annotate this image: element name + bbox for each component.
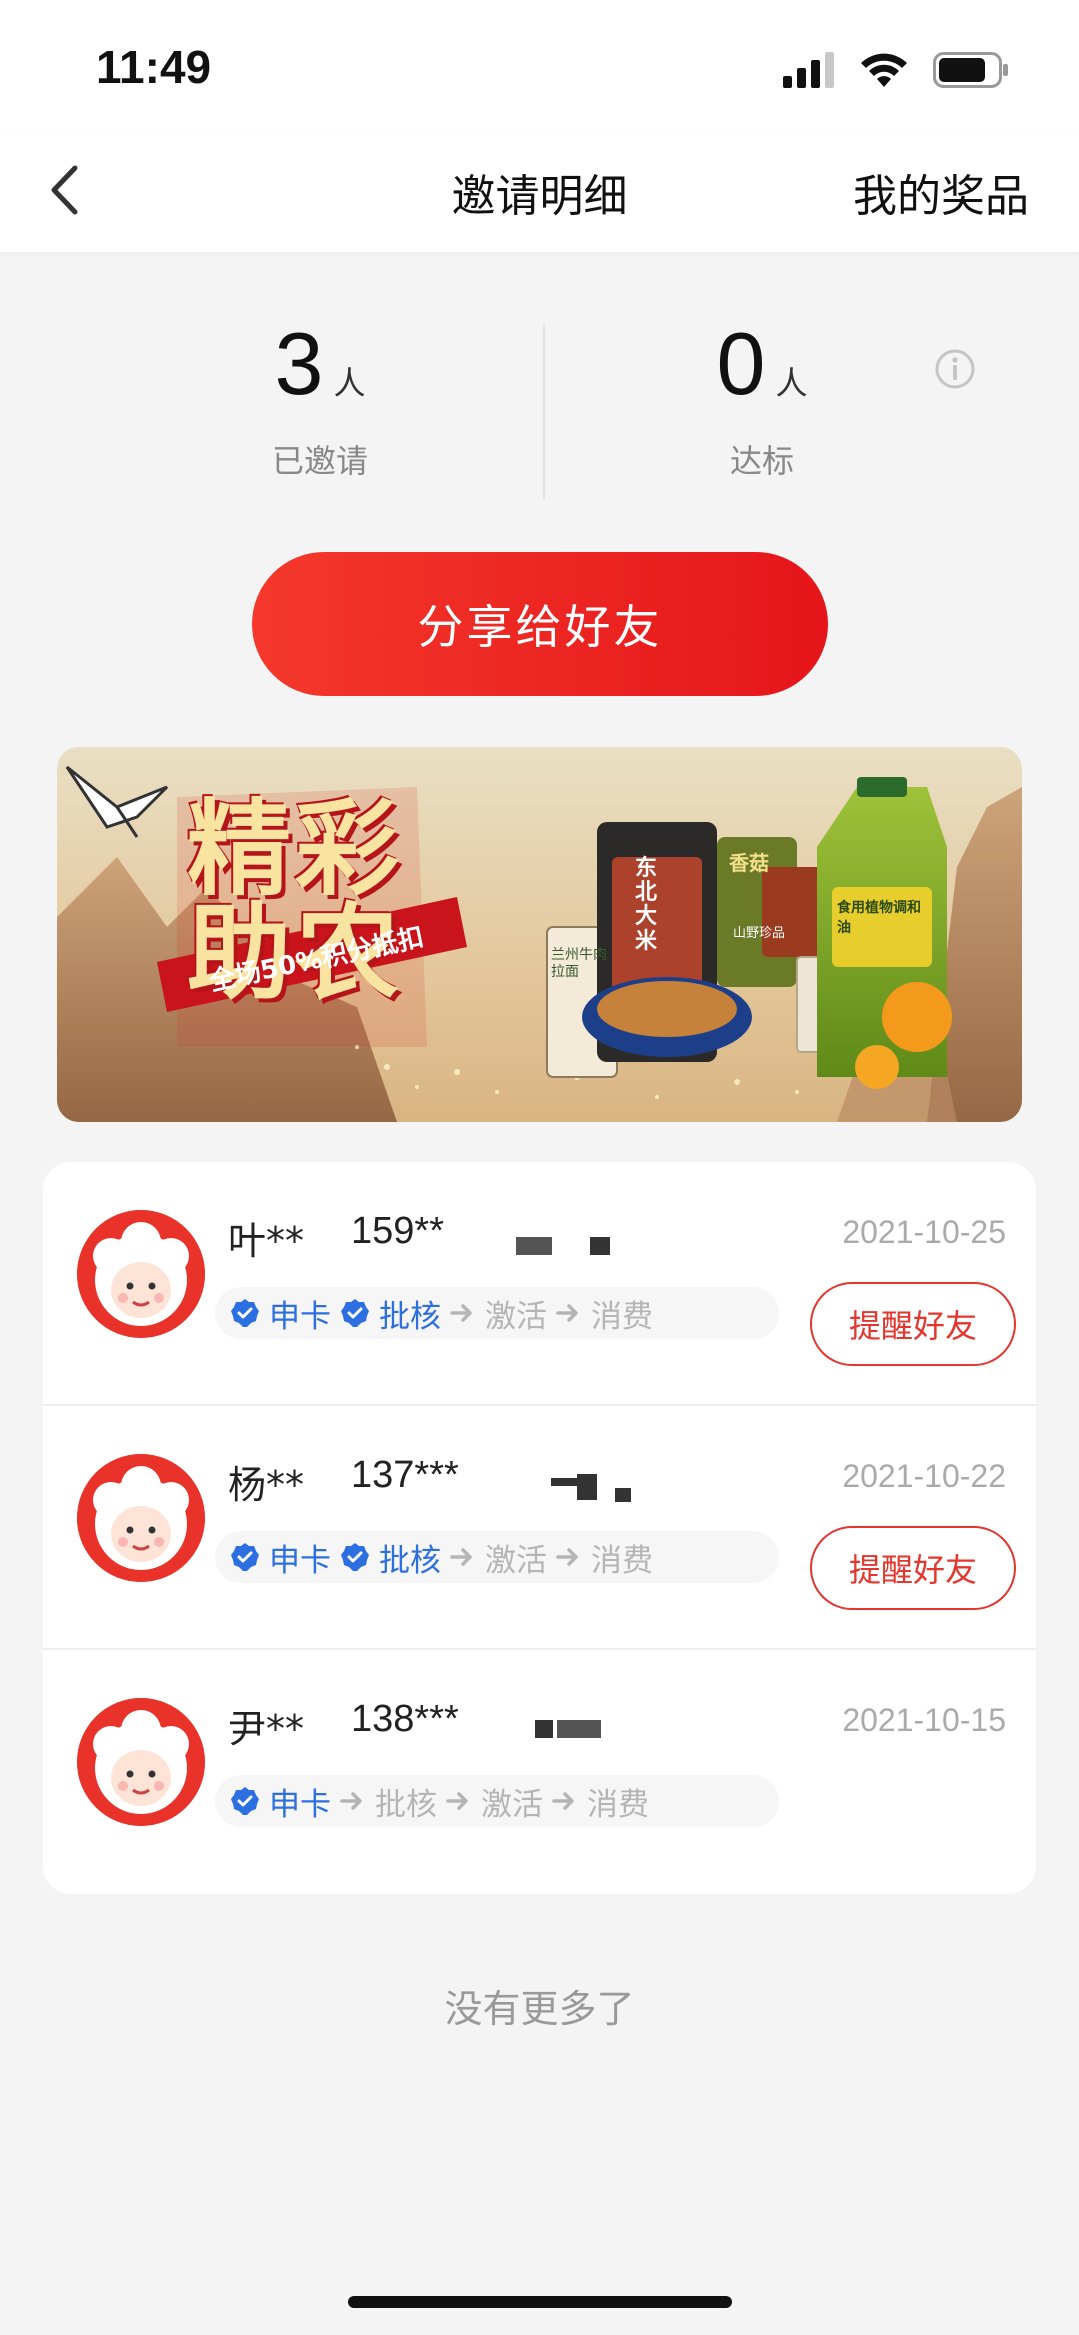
step-label: 申卡	[269, 1786, 331, 1823]
step-label: 申卡	[269, 1542, 331, 1579]
redaction-mark	[557, 1720, 601, 1738]
invite-date: 2021-10-15	[842, 1702, 1006, 1738]
home-indicator[interactable]	[348, 2296, 732, 2308]
nav-bar: 邀请明细 我的奖品	[0, 130, 1079, 252]
invited-count: 3	[274, 314, 324, 413]
qualified-count: 0	[716, 314, 766, 413]
avatar-face-icon	[77, 1210, 205, 1338]
step-label: 消费	[591, 1542, 653, 1579]
step-label: 消费	[587, 1786, 649, 1823]
step-approve: 批核	[339, 1535, 441, 1580]
signal-icon	[783, 52, 834, 88]
check-badge-icon	[231, 1543, 259, 1571]
step-apply: 申卡	[229, 1779, 331, 1824]
banner-label-rice: 东北大米	[635, 856, 658, 954]
step-approve: 批核	[339, 1291, 441, 1336]
stat-qualified: 0人 达标	[612, 320, 912, 482]
step-label: 消费	[591, 1298, 653, 1335]
invite-date: 2021-10-22	[842, 1458, 1006, 1494]
step-label: 激活	[481, 1786, 543, 1823]
step-label: 批核	[379, 1542, 441, 1579]
remind-friend-button[interactable]: 提醒好友	[810, 1526, 1016, 1610]
stat-invited: 3人 已邀请	[170, 320, 470, 482]
banner-label-wild: 山野珍品	[733, 926, 786, 941]
step-activate: 激活	[449, 1535, 547, 1580]
step-label: 激活	[485, 1542, 547, 1579]
step-label: 批核	[379, 1298, 441, 1335]
redaction-mark	[615, 1488, 631, 1502]
step-label: 申卡	[269, 1298, 331, 1335]
banner-label-oil: 食用植物调和油	[837, 900, 921, 936]
list-item: 叶** 159** 2021-10-25 申卡 批核 激活 消费 提醒好友	[43, 1162, 1036, 1406]
step-spend: 消费	[555, 1535, 653, 1580]
banner-headline-line1: 精彩	[187, 787, 404, 910]
step-apply: 申卡	[229, 1291, 331, 1336]
no-more-text: 没有更多了	[444, 1987, 635, 2031]
invitee-phone: 137***	[351, 1454, 459, 1496]
invitee-name: 叶**	[228, 1219, 305, 1263]
check-badge-icon	[231, 1787, 259, 1815]
invited-unit: 人	[333, 364, 366, 402]
step-apply: 申卡	[229, 1535, 331, 1580]
invitee-phone: 138***	[351, 1698, 459, 1740]
arrow-right-icon	[340, 1792, 362, 1810]
share-to-friends-button[interactable]: 分享给好友	[252, 552, 828, 696]
redaction-mark	[577, 1474, 597, 1500]
qualified-unit: 人	[775, 364, 808, 402]
step-spend: 消费	[555, 1291, 653, 1336]
battery-icon	[933, 52, 1008, 88]
invite-date: 2021-10-25	[842, 1214, 1006, 1250]
arrow-right-icon	[552, 1792, 574, 1810]
info-icon[interactable]	[934, 348, 976, 390]
stats-divider	[543, 325, 545, 500]
progress-steps: 申卡 批核 激活 消费	[215, 1531, 779, 1583]
status-bar: 11:49	[0, 0, 1079, 130]
avatar-face-icon	[77, 1454, 205, 1582]
progress-steps: 申卡 批核 激活 消费	[215, 1775, 779, 1827]
redaction-mark	[516, 1237, 552, 1255]
status-time: 11:49	[96, 41, 212, 93]
status-icons	[783, 52, 1009, 88]
my-prizes-link[interactable]: 我的奖品	[853, 160, 1029, 224]
arrow-right-icon	[450, 1548, 472, 1566]
avatar	[77, 1454, 205, 1582]
progress-steps: 申卡 批核 激活 消费	[215, 1287, 779, 1339]
check-badge-icon	[341, 1543, 369, 1571]
redaction-mark	[590, 1237, 610, 1255]
invited-label: 已邀请	[271, 442, 368, 480]
invite-list: 叶** 159** 2021-10-25 申卡 批核 激活 消费 提醒好友 杨*…	[43, 1162, 1036, 1894]
step-spend: 消费	[551, 1779, 649, 1824]
invite-stats: 3人 已邀请 0人 达标	[0, 320, 1079, 500]
promo-banner[interactable]: 精彩 助农 全场50%积分抵扣 东北大米 兰州牛肉拉面 香菇 山野珍品 食用植物…	[57, 747, 1022, 1122]
step-label: 批核	[375, 1786, 437, 1823]
step-approve: 批核	[339, 1779, 437, 1824]
arrow-right-icon	[450, 1304, 472, 1322]
arrow-right-icon	[556, 1304, 578, 1322]
banner-label-noodle: 兰州牛肉拉面	[551, 947, 607, 980]
check-badge-icon	[231, 1299, 259, 1327]
banner-label-mushroom: 香菇	[729, 851, 769, 875]
invitee-name: 尹**	[228, 1707, 305, 1751]
step-activate: 激活	[449, 1291, 547, 1336]
invitee-name: 杨**	[228, 1463, 305, 1507]
avatar-face-icon	[77, 1698, 205, 1826]
arrow-right-icon	[556, 1548, 578, 1566]
check-badge-icon	[341, 1299, 369, 1327]
avatar	[77, 1698, 205, 1826]
invitee-phone: 159**	[351, 1210, 444, 1252]
wifi-icon	[861, 53, 907, 87]
arrow-right-icon	[446, 1792, 468, 1810]
qualified-label: 达标	[729, 442, 794, 480]
redaction-mark	[535, 1720, 553, 1738]
list-item: 尹** 138*** 2021-10-15 申卡 批核 激活 消费	[43, 1650, 1036, 1894]
step-label: 激活	[485, 1298, 547, 1335]
step-activate: 激活	[445, 1779, 543, 1824]
remind-friend-button[interactable]: 提醒好友	[810, 1282, 1016, 1366]
avatar	[77, 1210, 205, 1338]
list-item: 杨** 137*** 2021-10-22 申卡 批核 激活 消费 提醒好友	[43, 1406, 1036, 1650]
